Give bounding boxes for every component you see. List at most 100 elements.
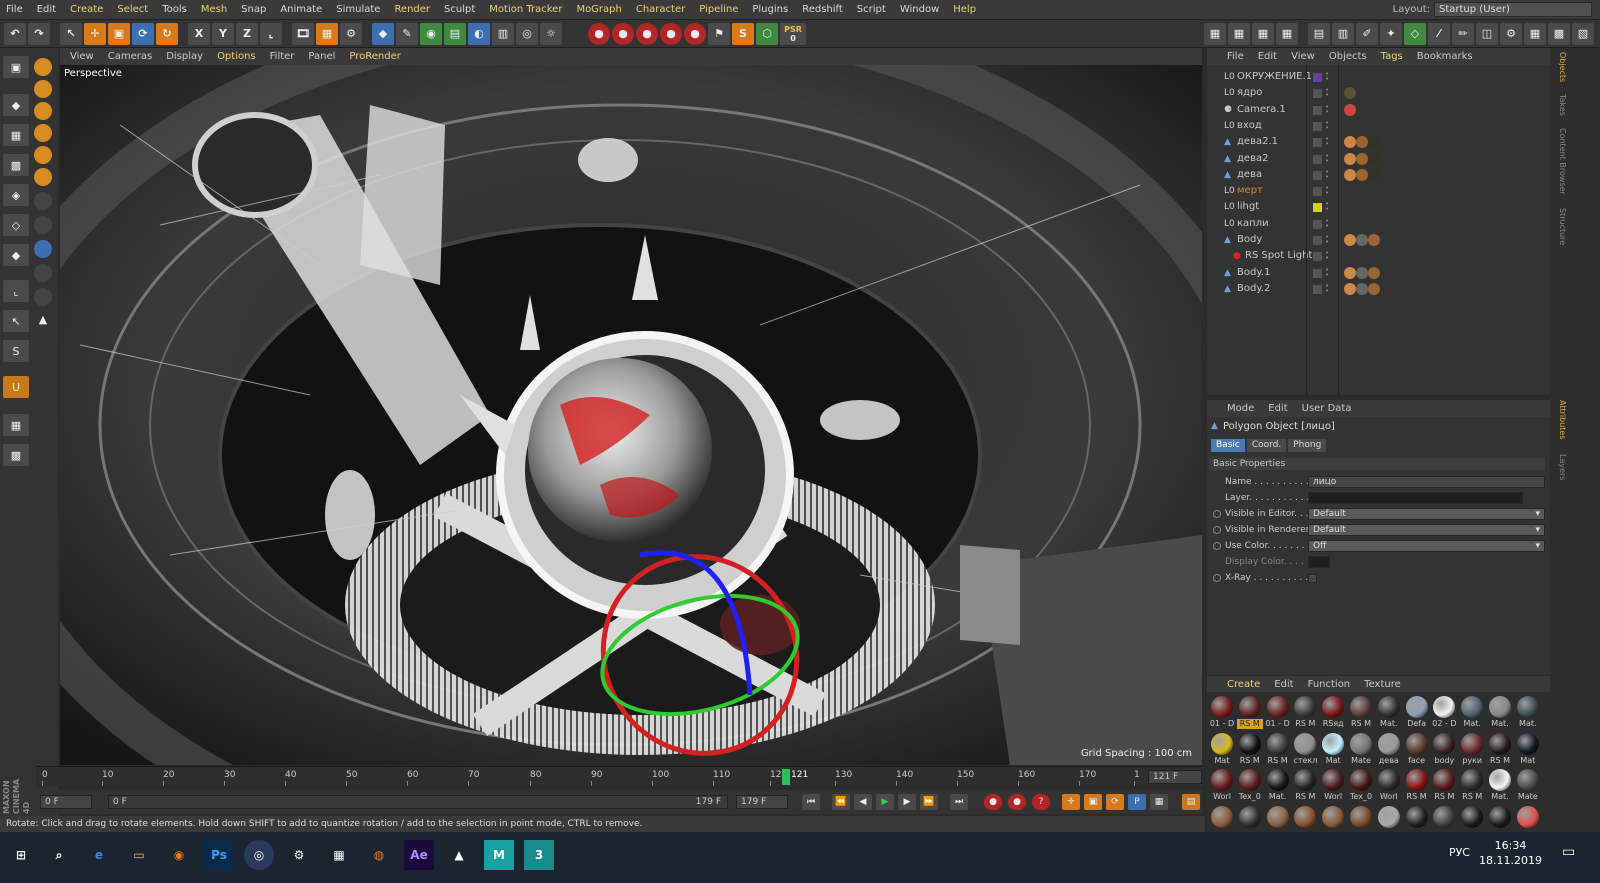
visibility-dots[interactable]: • • <box>1325 71 1331 83</box>
visibility-dots[interactable]: • • <box>1325 234 1331 246</box>
grid-layout-icon-4[interactable]: ▦ <box>1276 22 1298 45</box>
live-select-icon[interactable]: ↖ <box>60 22 82 45</box>
side-tab-attributes[interactable]: Attributes <box>1555 400 1567 440</box>
side-tab-objects[interactable]: Objects <box>1555 52 1567 82</box>
material-menu-edit[interactable]: Edit <box>1274 679 1293 690</box>
material-swatch[interactable]: стекл <box>1292 731 1318 767</box>
redshift-camera-icon[interactable]: ● <box>684 22 706 45</box>
material-tag-icon[interactable] <box>1344 168 1356 181</box>
object-row[interactable]: L0 капли • • <box>1207 216 1550 232</box>
grid-layout-icon-1[interactable]: ▦ <box>1204 22 1226 45</box>
settings-icon[interactable]: ⚙ <box>284 840 314 870</box>
layout-icon-5[interactable]: ▤ <box>1308 22 1330 45</box>
material-tag-icon[interactable] <box>1344 152 1356 165</box>
globe-icon-3[interactable] <box>34 240 52 258</box>
visibility-dots[interactable]: • • <box>1325 217 1331 229</box>
sculpt-icon[interactable]: ✦ <box>1380 22 1402 45</box>
viewport-menu-prorender[interactable]: ProRender <box>349 51 400 62</box>
menu-create[interactable]: Create <box>70 4 103 15</box>
object-row[interactable]: L0 вход • • <box>1207 118 1550 134</box>
visibility-dots[interactable]: • • <box>1325 87 1331 99</box>
viewport-menu-options[interactable]: Options <box>217 51 256 62</box>
layer-color-swatch[interactable] <box>1313 236 1322 245</box>
windows-start-icon[interactable]: ⊞ <box>6 840 36 870</box>
workplane-icon[interactable]: ▩ <box>3 154 29 176</box>
cube-plugin-icon[interactable]: ⬡ <box>756 22 778 45</box>
render-settings-icon[interactable]: ⚙ <box>340 22 362 45</box>
material-swatch[interactable]: RS M <box>1265 731 1291 767</box>
menu-tools[interactable]: Tools <box>162 4 187 15</box>
material-tag-icon[interactable] <box>1344 103 1356 116</box>
menu-pipeline[interactable]: Pipeline <box>699 4 738 15</box>
file-explorer-icon[interactable]: ▭ <box>124 840 154 870</box>
material-swatch[interactable]: Mat <box>1320 731 1346 767</box>
viewport-camera-label[interactable]: Perspective <box>64 68 122 79</box>
menu-window[interactable]: Window <box>900 4 939 15</box>
perspective-viewport[interactable]: Perspective Grid Spacing : 100 cm <box>60 65 1202 765</box>
material-menu-function[interactable]: Function <box>1308 679 1351 690</box>
object-row[interactable]: L0 ядро • • <box>1207 85 1550 101</box>
move-icon[interactable]: ✛ <box>84 22 106 45</box>
key-position-icon[interactable]: ✛ <box>1062 794 1080 810</box>
sphere-tool-icon-6[interactable] <box>34 168 52 186</box>
layer-color-swatch[interactable] <box>1313 170 1322 180</box>
material-tag-icon[interactable] <box>1368 282 1380 295</box>
menu-render[interactable]: Render <box>394 4 430 15</box>
layer-color-swatch[interactable] <box>1313 284 1322 294</box>
side-tab-takes[interactable]: Takes <box>1555 94 1567 116</box>
material-swatch[interactable]: RS M <box>1348 694 1374 730</box>
key-rotation-icon[interactable]: ⟳ <box>1106 794 1124 810</box>
firefox-icon[interactable]: ◍ <box>364 840 394 870</box>
viewport-menu-filter[interactable]: Filter <box>270 51 295 62</box>
viewport-menu-cameras[interactable]: Cameras <box>108 51 152 62</box>
sphere-tool-icon-3[interactable] <box>34 102 52 120</box>
texture-icon[interactable]: ◇ <box>1404 22 1426 45</box>
pyramid-icon[interactable]: ▲ <box>34 310 52 328</box>
uv-icon[interactable]: ◫ <box>1476 22 1498 45</box>
visibility-dots[interactable]: • • <box>1325 168 1331 180</box>
cube-icon[interactable]: ◆ <box>372 22 394 45</box>
object-row[interactable]: L0 ОКРУЖЕНИЕ.1 • • <box>1207 69 1550 85</box>
menu-mesh[interactable]: Mesh <box>201 4 227 15</box>
calculator-icon[interactable]: ▦ <box>324 840 354 870</box>
key-parameter-icon[interactable]: P <box>1128 794 1146 810</box>
current-frame-field[interactable]: 121 F <box>1148 770 1202 784</box>
display-color-swatch[interactable] <box>1308 556 1330 568</box>
material-swatch[interactable]: face <box>1404 731 1430 767</box>
attribute-value-field[interactable]: Default ▾ <box>1308 508 1545 520</box>
start-frame-field[interactable]: 0 F <box>40 795 92 809</box>
animation-radio-icon[interactable] <box>1213 510 1221 518</box>
animation-radio-icon[interactable] <box>1213 526 1221 534</box>
menu-file[interactable]: File <box>6 4 23 15</box>
go-to-end-icon[interactable]: ⏭ <box>950 794 968 810</box>
tab-coord[interactable]: Coord. <box>1246 439 1287 452</box>
material-menu-create[interactable]: Create <box>1227 679 1260 690</box>
rotate-icon[interactable]: ⟳ <box>132 22 154 45</box>
redo-icon[interactable]: ↷ <box>28 22 50 45</box>
cinema4d-icon[interactable]: ◎ <box>244 840 274 870</box>
go-to-start-icon[interactable]: ⏮ <box>802 794 820 810</box>
z-axis-lock-button[interactable]: Z <box>236 22 258 45</box>
object-row[interactable]: ▲ дева2.1 • • <box>1207 134 1550 150</box>
menu-animate[interactable]: Animate <box>280 4 322 15</box>
autokey-icon[interactable]: ● <box>1008 794 1026 810</box>
deformer-icon[interactable]: ◐ <box>468 22 490 45</box>
object-row[interactable]: ⚈ Camera.1 • • <box>1207 102 1550 118</box>
menu-sculpt[interactable]: Sculpt <box>444 4 475 15</box>
layer-color-swatch[interactable] <box>1313 73 1322 82</box>
layer-color-swatch[interactable] <box>1313 154 1322 164</box>
make-editable-icon[interactable]: ▣ <box>3 56 29 78</box>
redshift-ipr-icon[interactable]: ● <box>612 22 634 45</box>
material-swatch[interactable]: body <box>1431 731 1457 767</box>
material-swatch[interactable]: Mat. <box>1459 694 1485 730</box>
s-plugin-button[interactable]: S <box>732 22 754 45</box>
material-tag-icon[interactable] <box>1356 136 1368 149</box>
material-tag-icon[interactable] <box>1368 234 1380 246</box>
3ds-icon[interactable]: 3 <box>524 840 554 870</box>
redshift-material-icon[interactable]: ● <box>660 22 682 45</box>
axis-mode-icon[interactable]: ⌞ <box>3 280 29 302</box>
viewport-menu-panel[interactable]: Panel <box>308 51 335 62</box>
subdivision-icon[interactable]: ◉ <box>420 22 442 45</box>
menu-motion-tracker[interactable]: Motion Tracker <box>489 4 562 15</box>
menu-character[interactable]: Character <box>636 4 685 15</box>
